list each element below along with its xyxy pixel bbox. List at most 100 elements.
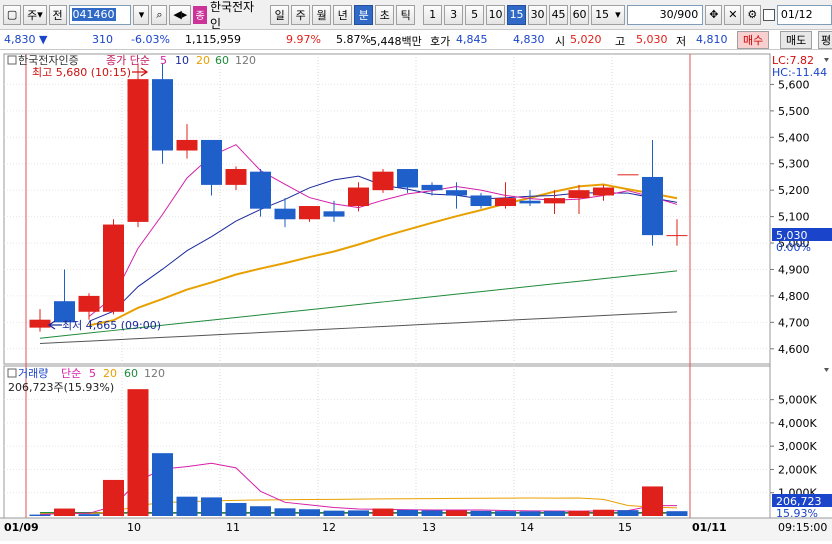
candle-body xyxy=(225,169,247,185)
volume-ma-5-label: 5 xyxy=(89,367,96,380)
interval-5[interactable]: 5 xyxy=(465,4,485,25)
period-month[interactable]: 월 xyxy=(312,4,332,25)
candle-body xyxy=(617,174,639,176)
low-marker: 최저 4,665 (09:00) xyxy=(62,319,161,332)
interval-15[interactable]: 15 xyxy=(507,4,527,25)
date-checkbox[interactable] xyxy=(763,8,775,21)
settings-icon[interactable]: ⚙ xyxy=(743,4,762,25)
period-year[interactable]: 년 xyxy=(333,4,353,25)
period-day[interactable]: 일 xyxy=(270,4,290,25)
volume-ma-label: 단순 xyxy=(61,367,81,380)
chart-type-icon[interactable]: ▢ xyxy=(3,4,22,25)
candle-body xyxy=(103,224,124,312)
price-tick-label: 5,400 xyxy=(778,131,810,144)
price-tick-label: 5,200 xyxy=(778,184,810,197)
candle-body xyxy=(348,187,369,207)
volume-bar xyxy=(470,510,492,516)
ma-60-label: 60 xyxy=(215,54,229,67)
volume-bar xyxy=(568,510,590,516)
candle-body xyxy=(78,295,100,312)
candle-body xyxy=(201,139,222,185)
eval-button[interactable]: 평 xyxy=(818,31,832,49)
candle-body xyxy=(29,319,51,328)
volume-current-text: 206,723주(15.93%) xyxy=(8,381,114,394)
interval-45[interactable]: 45 xyxy=(549,4,569,25)
price-tick-label: 5,100 xyxy=(778,211,810,224)
volume-bar xyxy=(323,510,345,516)
volume-value: 1,115,959 xyxy=(185,33,241,46)
code-dropdown-icon[interactable]: ▾ xyxy=(133,4,150,25)
search-icon[interactable]: ⌕ xyxy=(151,4,168,25)
hoga-label: 호가 xyxy=(430,35,451,48)
turnover-ratio: 5.87% xyxy=(336,33,371,46)
hc-label: HC:-11.44 xyxy=(772,66,827,79)
crosshair-icon[interactable]: ✥ xyxy=(705,4,723,25)
high-price: 5,030 xyxy=(636,33,668,46)
current-price-pct: 0.00% xyxy=(776,241,811,254)
candle-body xyxy=(176,139,198,151)
volume-bar xyxy=(176,496,198,516)
ma-20-label: 20 xyxy=(196,54,210,67)
candle-body xyxy=(372,171,394,191)
interval-10[interactable]: 10 xyxy=(486,4,506,25)
volume-bar xyxy=(127,389,149,516)
stock-code-input[interactable]: 041460 xyxy=(68,4,132,25)
candle-body xyxy=(495,198,516,207)
high-marker: 최고 5,680 (10:15) xyxy=(32,66,131,79)
date-input[interactable]: 01/12 xyxy=(776,4,832,25)
candle-body xyxy=(544,198,565,204)
volume-ratio: 9.97% xyxy=(286,33,321,46)
interval-60[interactable]: 60 xyxy=(570,4,590,25)
volume-ma-120-label: 120 xyxy=(144,367,165,380)
volume-bar xyxy=(421,510,443,516)
sub-select[interactable]: 전 xyxy=(48,4,67,25)
period-minute[interactable]: 분 xyxy=(354,4,374,25)
volume-bar xyxy=(201,497,222,516)
candle-body xyxy=(666,235,688,237)
x-label-0109: 01/09 xyxy=(4,521,39,534)
buy-button[interactable]: 매수 xyxy=(737,31,770,49)
volume-bar xyxy=(372,508,394,516)
interval-3[interactable]: 3 xyxy=(444,4,464,25)
interval-30[interactable]: 30 xyxy=(528,4,548,25)
change-percent: -6.03% xyxy=(131,33,170,46)
volume-tick-label: 5,000K xyxy=(778,394,817,407)
volume-bar xyxy=(495,511,516,516)
x-time-label: 09:15:00 xyxy=(778,521,827,534)
sell-button[interactable]: 매도 xyxy=(780,31,813,49)
x-label-11: 11 xyxy=(226,521,240,534)
ask-price: 4,845 xyxy=(456,33,488,46)
interval-select[interactable]: 15 ▾ xyxy=(591,4,625,25)
low-label: 저 xyxy=(676,35,687,48)
type-select[interactable]: 주 ▾ xyxy=(23,4,47,25)
period-week[interactable]: 주 xyxy=(291,4,311,25)
candle-body xyxy=(568,190,590,199)
volume-ma-60-label: 60 xyxy=(124,367,138,380)
count-input[interactable]: 30/900 xyxy=(626,4,704,25)
candlestick-chart[interactable]: 한국전자인증 종가 단순 5 10 20 60 120 최고 5,680 (10… xyxy=(0,50,832,541)
volume-title: 거래량 xyxy=(18,367,48,380)
trade-amount: 5,448백만 xyxy=(370,35,422,48)
chart-area[interactable]: 한국전자인증 종가 단순 5 10 20 60 120 최고 5,680 (10… xyxy=(0,50,832,541)
price-tick-label: 5,600 xyxy=(778,78,810,91)
interval-1[interactable]: 1 xyxy=(423,4,443,25)
tool-icon[interactable]: ✕ xyxy=(724,4,742,25)
bid-price: 4,830 xyxy=(513,33,545,46)
volume-bar xyxy=(274,508,296,516)
period-tick[interactable]: 틱 xyxy=(396,4,416,25)
candle-body xyxy=(323,211,345,217)
volume-bar xyxy=(250,506,271,516)
panel-menu-icon[interactable] xyxy=(7,55,17,65)
open-price: 5,020 xyxy=(570,33,602,46)
candle-body xyxy=(250,171,271,209)
price-tick-label: 4,700 xyxy=(778,316,810,329)
current-price: 4,830 ▼ xyxy=(4,33,48,46)
x-label-10: 10 xyxy=(127,521,141,534)
volume-bar xyxy=(348,510,369,516)
period-second[interactable]: 초 xyxy=(375,4,395,25)
sound-icon[interactable]: ◀▸ xyxy=(169,4,192,25)
volume-bar xyxy=(78,514,100,516)
ma-120-label: 120 xyxy=(235,54,256,67)
x-label-15: 15 xyxy=(618,521,632,534)
volume-menu-icon[interactable] xyxy=(7,368,17,378)
